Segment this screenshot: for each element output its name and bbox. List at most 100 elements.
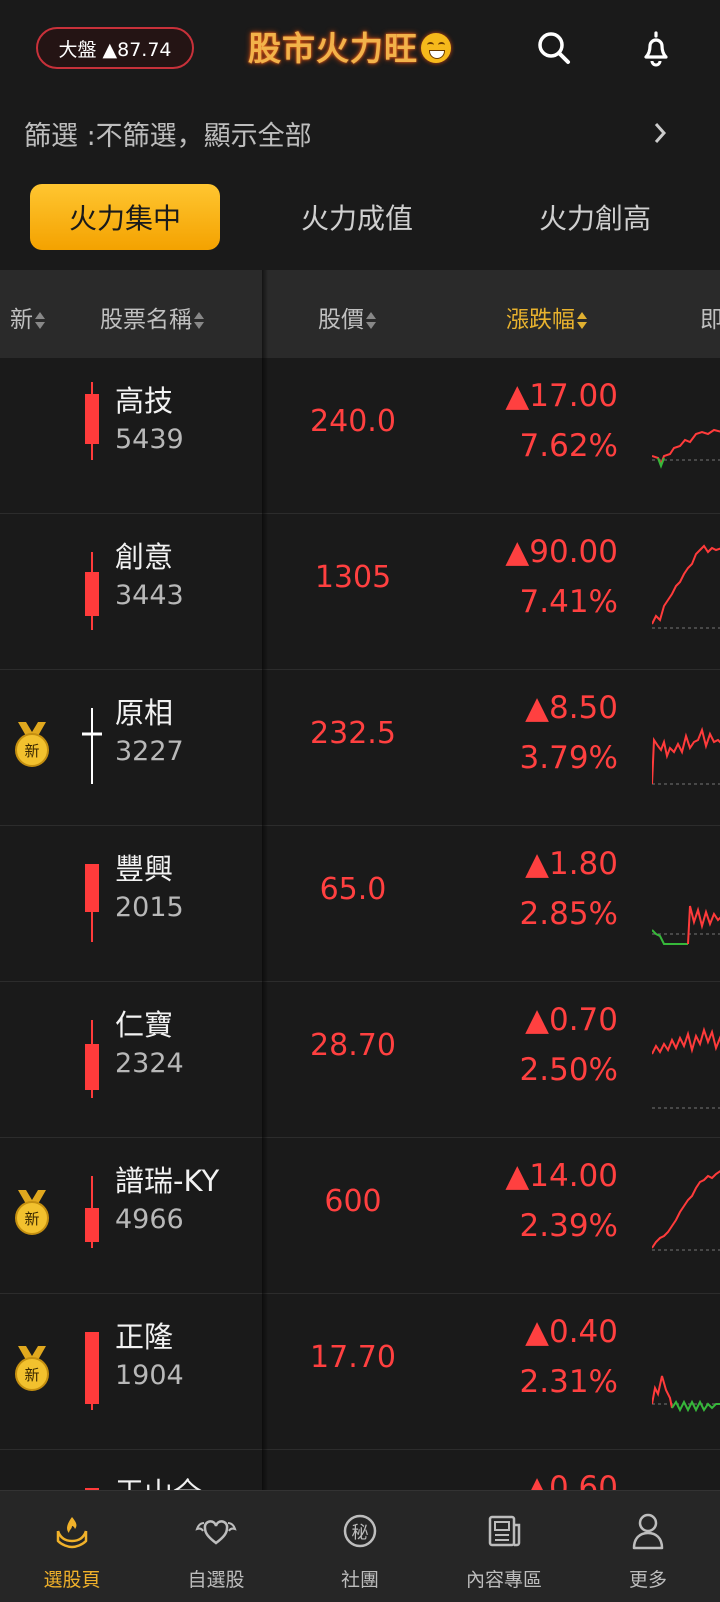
sort-active-icon (577, 311, 587, 331)
table-row[interactable]: 新 譜瑞-KY 4966 600 ▲14.00 2.39% (0, 1138, 720, 1294)
new-medal-icon: 新 (15, 722, 49, 767)
intraday-sparkline (652, 1170, 720, 1251)
stock-change: ▲1.80 (525, 846, 618, 882)
stock-code: 5439 (115, 424, 184, 455)
stock-code: 1904 (115, 1360, 184, 1391)
search-icon[interactable] (534, 28, 574, 68)
stock-change: ▲8.50 (525, 690, 618, 726)
stock-percent: 7.62% (519, 428, 618, 464)
stock-price: 1305 (314, 560, 392, 595)
stock-change: ▲0.70 (525, 1002, 618, 1038)
table-header: 新 股票名稱 股價 漲跌幅 即 (0, 270, 720, 358)
app-title: 股市火力旺 (248, 22, 451, 70)
smile-emoji-icon (421, 33, 451, 63)
hand-flame-icon (56, 1517, 88, 1549)
table-row[interactable]: 新 原相 3227 232.5 ▲8.50 3.79% (0, 670, 720, 826)
secret-circle-icon: 秘 (343, 1514, 377, 1548)
filter-text: 篩選 :不篩選，顯示全部 (24, 120, 312, 152)
candlestick-icon (85, 1332, 99, 1410)
intraday-sparkline (652, 1375, 720, 1413)
table-row[interactable]: 創意 3443 1305 ▲90.00 7.41% (0, 514, 720, 670)
bottom-navigation: 選股頁 自選股 秘 社團 內容專區 更多 (0, 1490, 720, 1602)
stock-price: 65.0 (319, 872, 387, 907)
sort-name-header[interactable]: 股票名稱 (100, 300, 204, 334)
top-bar: 大盤 ▲87.74 股市火力旺 (0, 0, 720, 100)
sort-icon (194, 311, 204, 331)
sort-price-header[interactable]: 股價 (318, 300, 376, 334)
nav-content-zone[interactable]: 內容專區 (432, 1491, 576, 1602)
stock-percent: 2.39% (519, 1208, 618, 1244)
tab-bar: 火力集中 火力成值 火力創高 (0, 166, 720, 266)
header-new-label: 新 (10, 307, 33, 333)
header-change-label: 漲跌幅 (506, 307, 575, 333)
stock-percent: 2.31% (519, 1364, 618, 1400)
stock-code: 2015 (115, 892, 184, 923)
intraday-sparkline (652, 905, 720, 945)
intraday-sparkline (652, 544, 720, 629)
stock-change: ▲17.00 (505, 378, 618, 414)
candlestick-icon (85, 1020, 99, 1098)
candlestick-icon (85, 382, 99, 460)
stock-change: ▲0.40 (525, 1314, 618, 1350)
stock-percent: 2.50% (519, 1052, 618, 1088)
intraday-sparkline (652, 726, 720, 785)
svg-text:秘: 秘 (352, 1523, 369, 1543)
header-chart-label: 即 (700, 307, 720, 333)
stock-price: 600 (324, 1184, 382, 1219)
sort-change-header[interactable]: 漲跌幅 (506, 300, 587, 334)
chevron-right-icon (654, 123, 667, 143)
table-row[interactable]: 高技 5439 240.0 ▲17.00 7.62% (0, 358, 720, 514)
stock-percent: 2.85% (519, 896, 618, 932)
header-name-label: 股票名稱 (100, 307, 192, 333)
new-medal-icon: 新 (15, 1346, 49, 1391)
sort-new-header[interactable]: 新 (10, 300, 45, 334)
nav-watchlist[interactable]: 自選股 (144, 1491, 288, 1602)
stock-price: 240.0 (310, 404, 396, 439)
stock-name: 仁寶 (115, 1008, 174, 1042)
table-row[interactable]: 新 正隆 1904 17.70 ▲0.40 2.31% (0, 1294, 720, 1450)
table-row[interactable]: 王山全 ▲0.60 (0, 1450, 720, 1490)
header-price-label: 股價 (318, 307, 364, 333)
market-index-badge[interactable]: 大盤 ▲87.74 (36, 27, 194, 69)
stock-percent: 7.41% (519, 584, 618, 620)
stock-name: 正隆 (115, 1320, 174, 1354)
app-title-text: 股市火力旺 (248, 29, 418, 68)
nav-label: 選股頁 (43, 1569, 101, 1591)
stock-name: 譜瑞-KY (115, 1164, 220, 1198)
nav-label: 社團 (340, 1569, 379, 1591)
stock-code: 4966 (115, 1204, 184, 1235)
intraday-sparkline (652, 428, 720, 469)
stock-code: 3443 (115, 580, 184, 611)
stock-change: ▲0.60 (525, 1470, 618, 1490)
medal-text: 新 (24, 742, 39, 760)
filter-row[interactable]: 篩選 :不篩選，顯示全部 (0, 100, 720, 166)
stock-list: 高技 5439 240.0 ▲17.00 7.62% 創意 3443 1305 … (0, 358, 720, 1490)
table-row[interactable]: 仁寶 2324 28.70 ▲0.70 2.50% (0, 982, 720, 1138)
tab-fire-new-high[interactable]: 火力創高 (490, 184, 700, 250)
stock-price: 232.5 (310, 716, 396, 751)
stock-code: 2324 (115, 1048, 184, 1079)
nav-more[interactable]: 更多 (576, 1491, 720, 1602)
stock-change: ▲90.00 (505, 534, 618, 570)
nav-stock-picker[interactable]: 選股頁 (0, 1491, 144, 1602)
stock-percent: 3.79% (519, 740, 618, 776)
new-medal-icon: 新 (15, 1190, 49, 1235)
person-icon (632, 1513, 664, 1550)
stock-price: 28.70 (310, 1028, 396, 1063)
medal-text: 新 (24, 1366, 39, 1384)
candlestick-icon (85, 864, 99, 942)
tab-fire-concentration[interactable]: 火力集中 (30, 184, 220, 250)
table-row[interactable]: 豐興 2015 65.0 ▲1.80 2.85% (0, 826, 720, 982)
candlestick-icon (85, 1176, 99, 1248)
nav-community[interactable]: 秘 社團 (288, 1491, 432, 1602)
bell-icon[interactable] (636, 28, 676, 68)
sort-icon (366, 311, 376, 331)
winged-heart-icon (195, 1520, 237, 1545)
tab-fire-turnover[interactable]: 火力成值 (262, 184, 452, 250)
sort-icon (35, 311, 45, 331)
stock-price: 17.70 (310, 1340, 396, 1375)
stock-change: ▲14.00 (505, 1158, 618, 1194)
candlestick-icon (82, 708, 102, 784)
frozen-column-shadow (262, 270, 268, 1490)
news-icon (488, 1515, 521, 1547)
